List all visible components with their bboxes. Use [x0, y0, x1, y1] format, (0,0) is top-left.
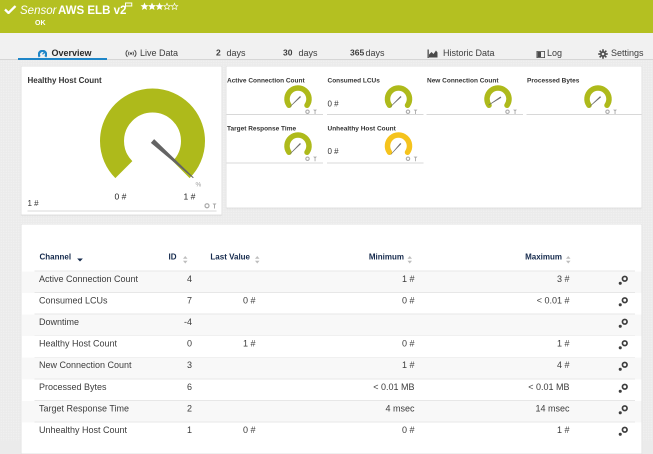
svg-text:%: %	[196, 182, 202, 189]
